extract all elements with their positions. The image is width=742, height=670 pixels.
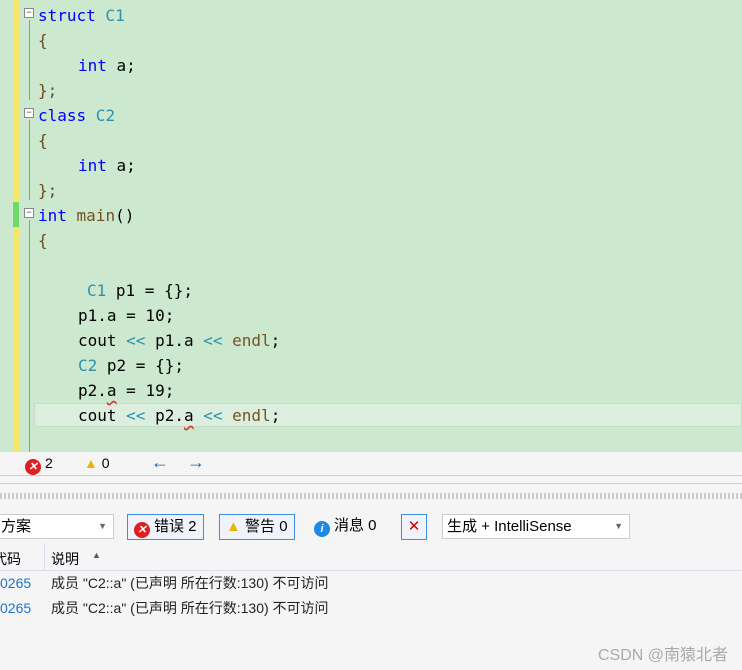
code-line: struct C1 <box>38 6 125 25</box>
code-line: class C2 <box>38 106 116 125</box>
chevron-down-icon: ▼ <box>614 521 623 531</box>
warning-icon: ▲ <box>226 518 241 535</box>
code-line: }; <box>38 181 58 200</box>
collapse-icon[interactable]: − <box>24 208 34 218</box>
code-line: { <box>38 231 48 250</box>
watermark: CSDN @南猿北者 <box>597 647 728 664</box>
panel-splitter[interactable] <box>0 493 742 499</box>
error-icon: ✕ <box>25 459 41 475</box>
error-icon: ✕ <box>134 522 150 538</box>
table-row[interactable]: 0265 成员 "C2::a" (已声明 所在行数:130) 不可访问 <box>0 596 742 620</box>
sort-ascending-icon: ▲ <box>92 550 101 560</box>
code-editor[interactable]: − − − struct C1 { int a; }; class C2 { i… <box>0 0 742 452</box>
code-line: int a; <box>78 56 136 75</box>
errors-filter-button[interactable]: ✕ 错误 2 <box>127 514 204 540</box>
code-line: cout << p1.a << endl; <box>78 331 281 350</box>
fold-guide <box>29 120 30 200</box>
code-line: cout << p2.a << endl; <box>78 406 281 425</box>
code-line: { <box>38 131 48 150</box>
source-dropdown[interactable]: 生成 + IntelliSense ▼ <box>442 514 630 539</box>
error-count[interactable]: ✕ 2 <box>25 455 53 475</box>
scope-dropdown[interactable]: 方案 ▼ <box>0 514 114 539</box>
next-arrow-icon[interactable]: → <box>187 452 205 473</box>
table-row[interactable]: 0265 成员 "C2::a" (已声明 所在行数:130) 不可访问 <box>0 571 742 595</box>
collapse-icon[interactable]: − <box>24 8 34 18</box>
error-list-toolbar: 方案 ▼ ✕ 错误 2 ▲ 警告 0 i 消息 0 ✕ 生成 + IntelliSen… <box>0 512 742 542</box>
divider <box>0 483 742 484</box>
fold-guide <box>29 220 30 452</box>
code-line: p1.a = 10; <box>78 306 175 325</box>
code-line: int a; <box>78 156 136 175</box>
code-line: C1 p1 = {}; <box>87 281 193 300</box>
saved-change-marker <box>13 202 19 227</box>
info-icon: i <box>314 521 330 537</box>
messages-filter-button[interactable]: i 消息 0 <box>308 514 383 540</box>
chevron-down-icon: ▼ <box>98 521 107 531</box>
code-line: int main() <box>38 206 135 225</box>
warning-icon: ▲ <box>84 455 98 471</box>
code-line: { <box>38 31 48 50</box>
code-line: p2.a = 19; <box>78 381 175 400</box>
error-squiggle: a <box>183 406 194 425</box>
table-header: 代码 说明 ▲ <box>0 543 742 571</box>
filter-icon[interactable]: ✕ <box>401 514 427 540</box>
column-code[interactable]: 代码 <box>0 549 21 569</box>
warning-count[interactable]: ▲ 0 <box>84 455 110 471</box>
editor-status-bar: ✕ 2 ▲ 0 ← → <box>0 452 742 476</box>
error-squiggle: a <box>106 381 117 400</box>
code-line: }; <box>38 81 58 100</box>
code-line: C2 p2 = {}; <box>78 356 184 375</box>
fold-guide <box>29 20 30 100</box>
warnings-filter-button[interactable]: ▲ 警告 0 <box>219 514 295 540</box>
column-description[interactable]: 说明 <box>51 549 79 569</box>
collapse-icon[interactable]: − <box>24 108 34 118</box>
previous-arrow-icon[interactable]: ← <box>151 452 169 473</box>
